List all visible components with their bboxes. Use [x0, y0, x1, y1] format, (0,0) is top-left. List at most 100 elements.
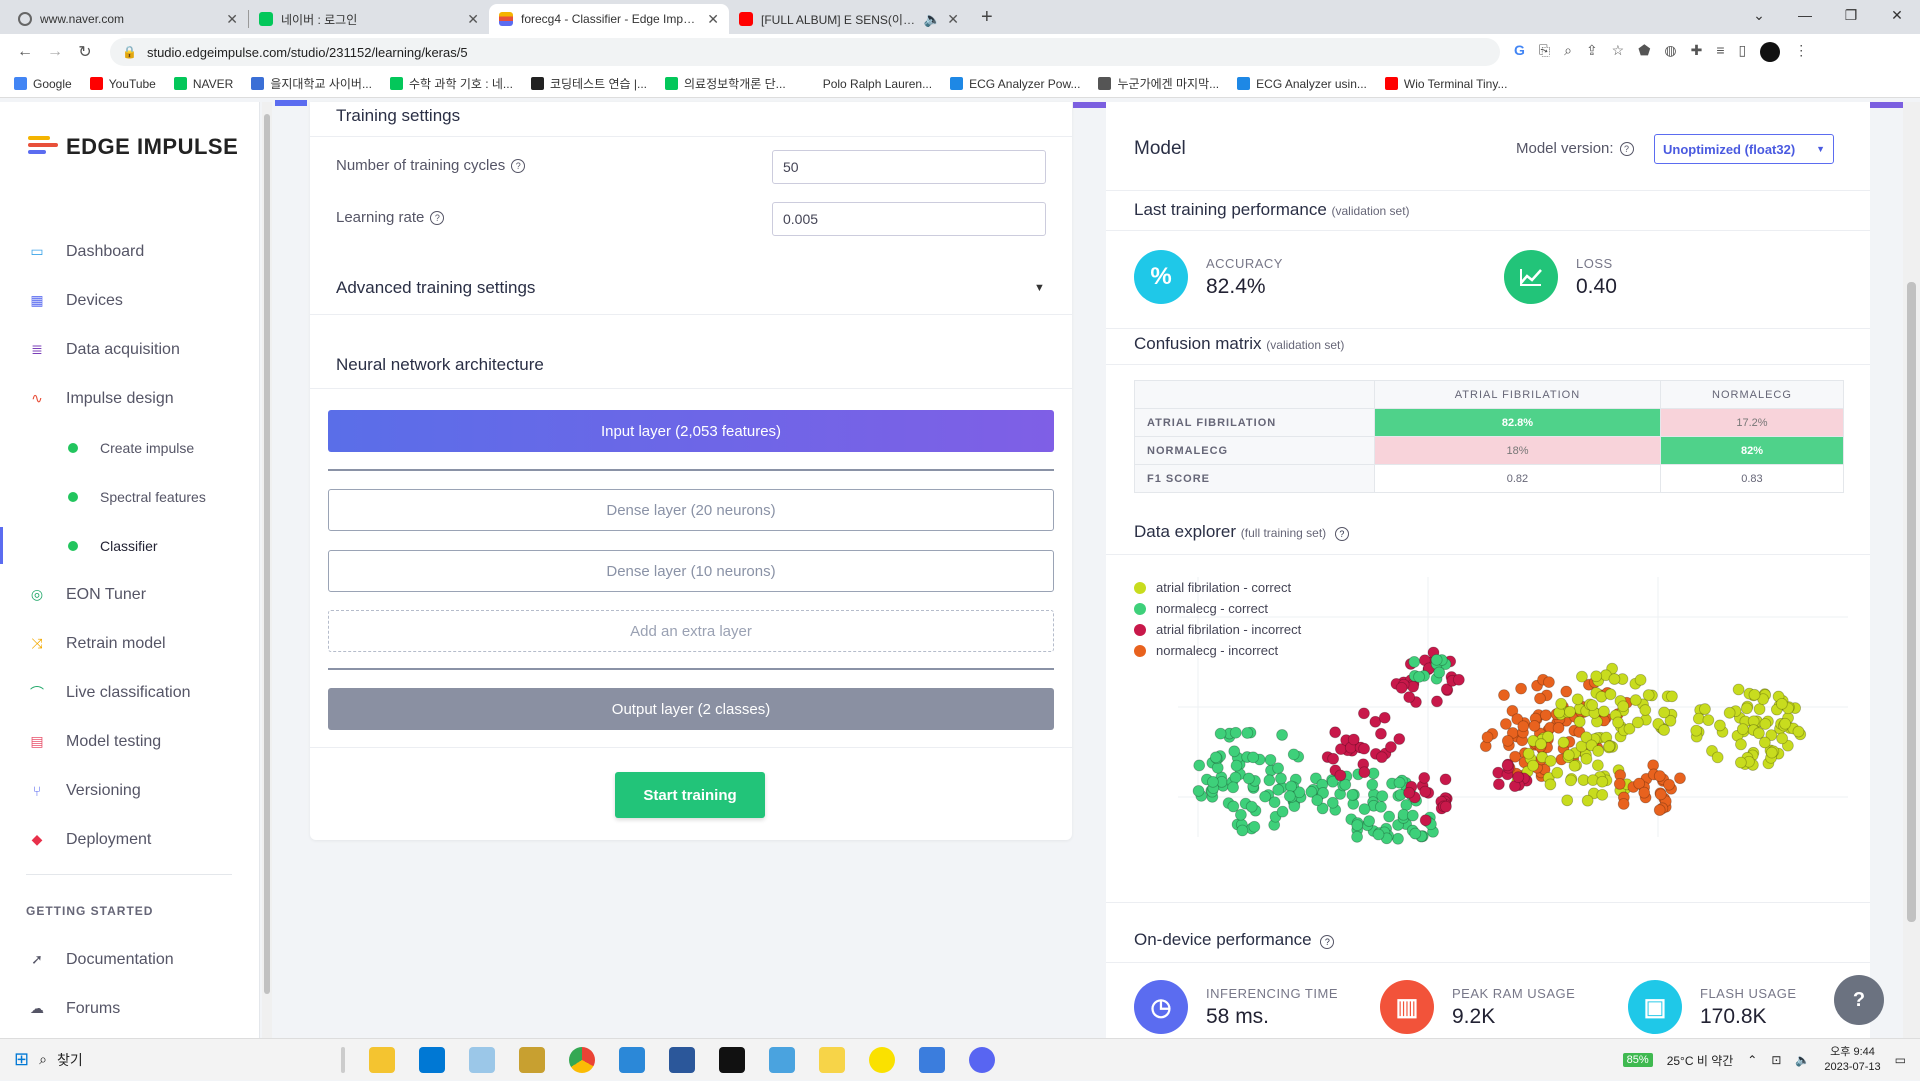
help-icon[interactable]: ?: [1320, 935, 1335, 949]
restore-button[interactable]: ❐: [1828, 0, 1874, 30]
clock[interactable]: 오후 9:44 2023-07-13: [1824, 1045, 1880, 1075]
sidebar-item-devices[interactable]: ▦ Devices: [0, 276, 260, 325]
training-cycles-input[interactable]: 50: [772, 150, 1046, 184]
pycharm-icon[interactable]: [719, 1046, 746, 1073]
close-window-button[interactable]: ✕: [1874, 0, 1920, 30]
share-icon[interactable]: ⇪: [1586, 42, 1598, 62]
extension-shield-icon[interactable]: ⬟: [1638, 42, 1650, 62]
help-icon[interactable]: ?: [430, 210, 445, 225]
kakaotalk-icon[interactable]: [869, 1046, 896, 1073]
zoom-icon[interactable]: ⌕: [1564, 42, 1572, 62]
side-panel-icon[interactable]: ▯: [1739, 42, 1747, 62]
close-tab-icon[interactable]: ✕: [226, 11, 238, 28]
advanced-settings-toggle[interactable]: Advanced training settings: [336, 278, 535, 298]
new-tab-button[interactable]: +: [981, 6, 993, 29]
bookmark-item[interactable]: Wio Terminal Tiny...: [1384, 77, 1507, 91]
caret-down-icon[interactable]: ▼: [1034, 282, 1045, 294]
extension-globe-icon[interactable]: ◍: [1664, 42, 1676, 62]
taskbar-search[interactable]: ⌕ 찾기: [39, 1050, 329, 1070]
menu-kebab-icon[interactable]: ⋮: [1794, 42, 1808, 62]
close-tab-icon[interactable]: ✕: [467, 11, 479, 28]
main-scrollbar[interactable]: [1903, 102, 1920, 1038]
bookmark-item[interactable]: ECG Analyzer usin...: [1237, 77, 1367, 91]
bookmark-item[interactable]: 누군가에겐 마지막...: [1098, 75, 1219, 92]
minimize-button[interactable]: —: [1782, 0, 1828, 30]
help-fab-button[interactable]: ?: [1834, 975, 1884, 1025]
legend-item[interactable]: atrial fibrilation - incorrect: [1134, 619, 1301, 640]
notification-icon[interactable]: ▭: [1895, 1053, 1906, 1067]
google-icon[interactable]: G: [1514, 42, 1525, 62]
bookmark-item[interactable]: NAVER: [173, 77, 233, 91]
file-explorer-icon[interactable]: [369, 1046, 396, 1073]
league-icon[interactable]: [519, 1046, 546, 1073]
bookmark-item[interactable]: YouTube: [89, 77, 156, 91]
legend-item[interactable]: normalecg - correct: [1134, 598, 1301, 619]
sidebar-item-dashboard[interactable]: ▭ Dashboard: [0, 227, 260, 276]
bookmark-item[interactable]: ECG Analyzer Pow...: [950, 77, 1080, 91]
sidebar-item-retrain-model[interactable]: ⤨ Retrain model: [0, 619, 260, 668]
sidebar-item-data-acquisition[interactable]: ≣ Data acquisition: [0, 325, 260, 374]
tab-search-icon[interactable]: ⌄: [1736, 0, 1782, 30]
chevron-up-icon[interactable]: ⌃: [1747, 1053, 1757, 1067]
battery-indicator[interactable]: 85%: [1622, 1053, 1653, 1067]
sidebar-item-documentation[interactable]: ➚ Documentation: [0, 935, 260, 984]
bookmark-item[interactable]: 의료정보학개론 단...: [665, 75, 786, 92]
chrome-icon[interactable]: [569, 1046, 596, 1073]
volume-icon[interactable]: 🔈: [1795, 1053, 1810, 1067]
start-training-button[interactable]: Start training: [615, 772, 765, 818]
bookmark-item[interactable]: 을지대학교 사이버...: [251, 75, 372, 92]
notepad-icon[interactable]: [469, 1046, 496, 1073]
profile-avatar[interactable]: [1760, 42, 1781, 62]
close-tab-icon[interactable]: ✕: [707, 11, 719, 28]
sidebar-item-versioning[interactable]: ⑂ Versioning: [0, 766, 260, 815]
store-icon[interactable]: [619, 1046, 646, 1073]
input-layer[interactable]: Input layer (2,053 features): [328, 410, 1054, 452]
sticky-notes-icon[interactable]: [819, 1046, 846, 1073]
bookmark-star-icon[interactable]: ☆: [1612, 42, 1625, 62]
bookmark-item[interactable]: Google: [14, 77, 72, 91]
bookmark-item[interactable]: 코딩테스트 연습 |...: [530, 75, 647, 92]
url-input[interactable]: 🔒 studio.edgeimpulse.com/studio/231152/l…: [110, 38, 1500, 66]
close-tab-icon[interactable]: ✕: [947, 11, 959, 28]
help-icon[interactable]: ?: [511, 158, 526, 173]
sidebar-subitem-classifier[interactable]: Classifier: [0, 521, 260, 570]
extensions-puzzle-icon[interactable]: ✚: [1691, 42, 1703, 62]
back-arrow-icon[interactable]: ←: [10, 43, 40, 61]
network-icon[interactable]: ⊡: [1771, 1053, 1781, 1067]
sidebar-item-eon-tuner[interactable]: ◎ EON Tuner: [0, 570, 260, 619]
help-icon[interactable]: ?: [1334, 527, 1349, 541]
browser-tab-naver[interactable]: www.naver.com ✕: [8, 4, 248, 34]
mute-tab-icon[interactable]: 🔈: [924, 11, 941, 28]
brand-logo[interactable]: EDGE IMPULSE: [28, 134, 238, 160]
sidebar-item-deployment[interactable]: ◆ Deployment: [0, 815, 260, 864]
bookmark-item[interactable]: 수학 과학 기호 : 네...: [389, 75, 513, 92]
dense-layer-10[interactable]: Dense layer (10 neurons): [328, 550, 1054, 592]
mail-icon[interactable]: [419, 1046, 446, 1073]
legend-item[interactable]: normalecg - incorrect: [1134, 640, 1301, 661]
sidebar-subitem-spectral-features[interactable]: Spectral features: [0, 472, 260, 521]
browser-tab-naver-login[interactable]: 네이버 : 로그인 ✕: [249, 4, 489, 34]
sidebar-item-forums[interactable]: ☁ Forums: [0, 984, 260, 1033]
sidebar-item-model-testing[interactable]: ▤ Model testing: [0, 717, 260, 766]
reading-list-icon[interactable]: ≡: [1716, 42, 1724, 62]
legend-item[interactable]: atrial fibrilation - correct: [1134, 577, 1301, 598]
browser-tab-edge-impulse[interactable]: forecg4 - Classifier - Edge Impulse ✕: [489, 4, 729, 34]
discord-icon[interactable]: [969, 1046, 996, 1073]
weather-widget[interactable]: 25°C 비 약간: [1667, 1052, 1734, 1069]
browser-tab-youtube[interactable]: [FULL ALBUM] E SENS(이센스) 🔈 ✕: [729, 4, 969, 34]
windows-start-icon[interactable]: ⊞: [14, 1049, 29, 1070]
reload-icon[interactable]: ↻: [70, 42, 100, 62]
learning-rate-input[interactable]: 0.005: [772, 202, 1046, 236]
output-layer[interactable]: Output layer (2 classes): [328, 688, 1054, 730]
forward-arrow-icon[interactable]: →: [40, 43, 70, 61]
help-icon[interactable]: ?: [1619, 141, 1634, 156]
sidebar-scrollbar[interactable]: [262, 102, 272, 1038]
task-view-icon[interactable]: [341, 1046, 346, 1073]
network-app-icon[interactable]: [919, 1046, 946, 1073]
dense-layer-20[interactable]: Dense layer (20 neurons): [328, 489, 1054, 531]
add-extra-layer-button[interactable]: Add an extra layer: [328, 610, 1054, 652]
translate-icon[interactable]: ⎘: [1539, 42, 1550, 62]
sidebar-item-live-classification[interactable]: ⌒ Live classification: [0, 668, 260, 717]
sidebar-item-impulse-design[interactable]: ∿ Impulse design: [0, 374, 260, 423]
model-version-select[interactable]: Unoptimized (float32) ▼: [1654, 134, 1834, 164]
